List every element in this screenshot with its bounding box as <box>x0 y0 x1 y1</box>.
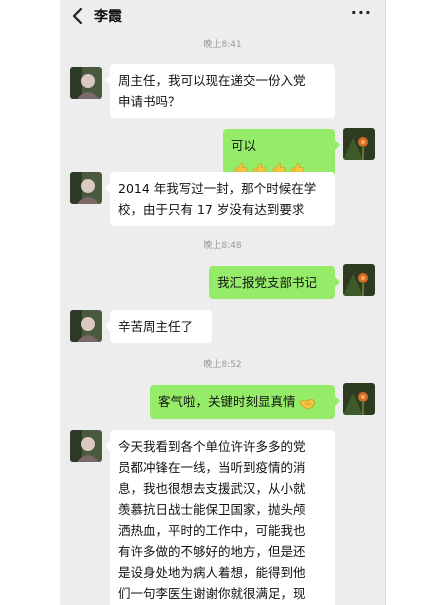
flower-photo-icon <box>343 264 375 296</box>
message-line: 员都冲锋在一线，当听到疫情的消 <box>118 460 306 475</box>
user-photo-icon <box>70 430 102 462</box>
back-button[interactable] <box>68 5 88 27</box>
avatar[interactable] <box>70 172 102 204</box>
my-avatar[interactable] <box>343 264 375 296</box>
right-margin-line <box>385 0 386 605</box>
avatar[interactable] <box>70 430 102 462</box>
chevron-left-icon <box>72 7 83 25</box>
timestamp: 晚上8:48 <box>203 241 242 251</box>
message-bubble[interactable]: 辛苦周主任了 <box>105 310 212 343</box>
chat-title: 李霞 <box>94 9 122 25</box>
handshake-icon <box>299 398 315 409</box>
message-bubble[interactable]: 2014 年我写过一封，那个时候在学 校，由于只有 17 岁没有达到要求 <box>105 172 335 226</box>
my-avatar[interactable] <box>343 383 375 415</box>
message-line: 今天我看到各个单位许许多多的党 <box>118 439 306 454</box>
user-photo-icon <box>70 172 102 204</box>
handshake-emoji <box>298 392 316 413</box>
user-photo-icon <box>70 67 102 99</box>
message-bubble[interactable]: 客气啦，关键时刻显真情 <box>150 385 340 419</box>
flower-photo-icon <box>343 383 375 415</box>
message-text: 辛苦周主任了 <box>118 319 194 334</box>
avatar[interactable] <box>70 310 102 342</box>
message-line: 羡慕抗日战士能保卫国家，抛头颅 <box>118 502 306 517</box>
timestamp: 晚上8:41 <box>203 40 242 50</box>
flower-photo-icon <box>343 128 375 160</box>
avatar[interactable] <box>70 67 102 99</box>
message-line: 校，由于只有 17 岁没有达到要求 <box>118 202 305 217</box>
user-photo-icon <box>70 310 102 342</box>
chat-header: 李霞 ··· <box>60 0 385 34</box>
message-line: 洒热血，平时的工作中，可能我也 <box>118 523 306 538</box>
message-text: 我汇报党支部书记 <box>217 275 318 290</box>
message-line: 2014 年我写过一封，那个时候在学 <box>118 181 317 196</box>
more-options-icon[interactable]: ··· <box>351 3 372 22</box>
message-line: 息，我也很想去支援武汉，从小就 <box>118 481 306 496</box>
message-line: 周主任，我可以现在递交一份入党 <box>118 73 306 88</box>
message-line: 们一句李医生谢谢你就很满足，现 <box>118 586 306 601</box>
chat-screen: 李霞 ··· 晚上8:41 周主任，我可以现在递交一份入党 申请书吗？ 可以 2… <box>60 0 385 605</box>
message-text: 客气啦，关键时刻显真情 <box>158 394 296 409</box>
timestamp: 晚上8:52 <box>203 360 242 370</box>
message-bubble[interactable]: 我汇报党支部书记 <box>209 266 340 299</box>
message-bubble[interactable]: 今天我看到各个单位许许多多的党 员都冲锋在一线，当听到疫情的消 息，我也很想去支… <box>105 430 335 605</box>
message-line: 有许多做的不够好的地方，但是还 <box>118 544 306 559</box>
message-line: 是设身处地为病人着想，能得到他 <box>118 565 306 580</box>
message-line: 申请书吗？ <box>118 94 181 109</box>
my-avatar[interactable] <box>343 128 375 160</box>
message-bubble[interactable]: 周主任，我可以现在递交一份入党 申请书吗？ <box>105 64 335 118</box>
message-text: 可以 <box>231 138 257 153</box>
